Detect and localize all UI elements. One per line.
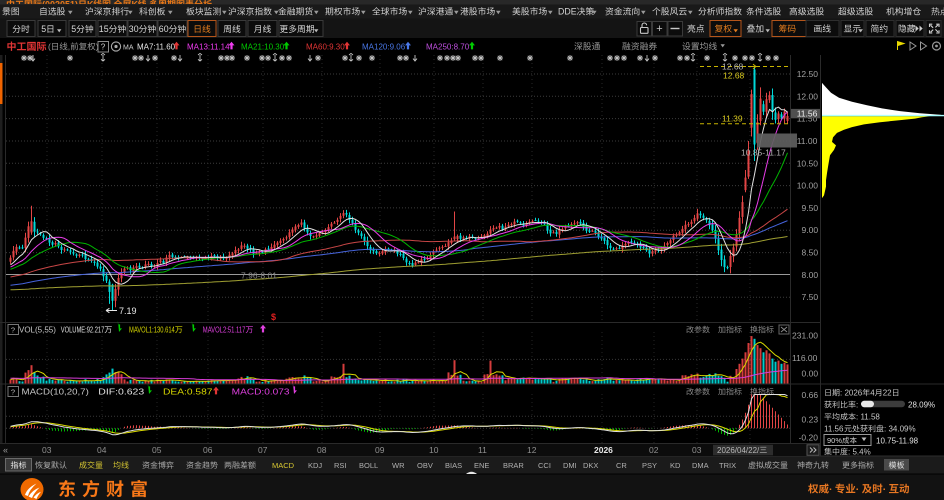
svg-text:KDJ: KDJ [308,461,322,470]
svg-text:5: 5 [71,24,76,34]
svg-text:MACD:0.073: MACD:0.073 [232,388,290,397]
svg-text:$: $ [271,312,276,322]
svg-text:MACD(10,20,7): MACD(10,20,7) [22,388,90,397]
svg-text:09: 09 [375,445,385,455]
svg-text:10.50: 10.50 [797,158,819,168]
svg-text:BRAR: BRAR [503,461,524,470]
svg-text:DMI: DMI [563,461,577,470]
svg-text:: 11.58: : 11.58 [856,413,880,422]
svg-text:60: 60 [159,24,169,34]
svg-text:PSY: PSY [642,461,657,470]
svg-text:10.75-11.98: 10.75-11.98 [876,437,919,446]
svg-text:DMA: DMA [692,461,709,470]
svg-text:DEA:0.587: DEA:0.587 [163,388,213,397]
svg-text:4: 4 [870,389,875,398]
svg-text:WR: WR [392,461,405,470]
svg-text:MA120:9.06: MA120:9.06 [362,43,406,52]
svg-text:MA250:8.70: MA250:8.70 [426,43,470,52]
svg-text:?: ? [11,387,15,396]
svg-text:·: · [856,484,860,496]
svg-text:·: · [883,484,887,496]
svg-text:MA7:11.60: MA7:11.60 [137,43,176,52]
svg-text:,: , [68,42,70,52]
svg-text::: : [856,401,858,410]
svg-text:90%: 90% [827,436,842,445]
svg-text:KD: KD [670,461,681,470]
svg-text:0.23: 0.23 [802,414,819,424]
svg-text:07: 07 [258,445,268,455]
svg-text:05: 05 [152,445,162,455]
svg-text:7.19: 7.19 [119,306,137,316]
svg-text:06: 06 [203,445,213,455]
svg-text:12.50: 12.50 [797,69,819,79]
svg-text:7.96-8.01: 7.96-8.01 [241,271,277,281]
svg-text:OBV: OBV [417,461,433,470]
svg-text:9.50: 9.50 [802,203,819,213]
svg-text:12: 12 [527,445,537,455]
svg-text:BOLL: BOLL [359,461,378,470]
svg-text:-0.20: -0.20 [799,433,819,443]
svg-text:30: 30 [129,24,139,34]
svg-text:11.56: 11.56 [797,108,818,118]
svg-text:?: ? [11,325,15,334]
svg-text:DKX: DKX [583,461,598,470]
svg-text:7.50: 7.50 [802,292,819,302]
svg-text:22: 22 [883,389,892,398]
svg-text:12.00: 12.00 [797,91,819,101]
svg-text:MAVOL2:51.117: MAVOL2:51.117 [203,326,246,335]
svg-text:MA21:10.30: MA21:10.30 [241,43,285,52]
svg-text:CR: CR [616,461,627,470]
svg-text:DDE: DDE [558,7,577,17]
svg-text:02: 02 [649,445,659,455]
svg-text:28.09%: 28.09% [908,401,935,410]
svg-text:10: 10 [429,445,439,455]
svg-text:DIF:0.623: DIF:0.623 [98,388,145,397]
svg-text:0.00: 0.00 [802,369,819,379]
svg-text:03: 03 [692,445,702,455]
svg-text:0.66: 0.66 [802,390,819,400]
svg-text:(: ( [48,42,51,52]
svg-text:: 5.4%: : 5.4% [848,448,871,457]
svg-text:9.00: 9.00 [802,225,819,235]
svg-text:«: « [3,445,8,455]
svg-text:+: + [656,23,662,35]
svg-text:11.56: 11.56 [824,425,844,434]
svg-text:2026/04/22/: 2026/04/22/ [717,446,760,455]
svg-text:10.00: 10.00 [797,181,819,191]
svg-text:ENE: ENE [474,461,489,470]
svg-text:116.00: 116.00 [792,353,818,363]
svg-text:CCI: CCI [538,461,551,470]
svg-text:MA13:11.14: MA13:11.14 [187,43,230,52]
svg-text:·: · [829,484,833,496]
svg-text:8.50: 8.50 [802,248,819,258]
svg-text:VOL(5,55): VOL(5,55) [19,326,56,335]
svg-text:15: 15 [99,24,109,34]
svg-text:11: 11 [478,445,487,455]
svg-text:BIAS: BIAS [445,461,462,470]
svg-text:MA60:9.30: MA60:9.30 [306,43,345,52]
svg-text:04: 04 [97,445,107,455]
svg-text:5: 5 [41,24,46,34]
svg-text:03: 03 [42,445,52,455]
svg-text:: 2026: : 2026 [840,389,863,398]
svg-text:MAVOL1:130.614: MAVOL1:130.614 [129,326,175,335]
svg-text:VOLUME:92.217: VOLUME:92.217 [61,326,105,335]
svg-text:8.00: 8.00 [802,270,819,280]
svg-text:2026: 2026 [594,445,613,455]
svg-text:?: ? [101,43,106,52]
svg-text:231.00: 231.00 [792,331,818,341]
svg-text:MA: MA [123,45,134,52]
svg-text:TRIX: TRIX [719,461,736,470]
svg-text:11.39: 11.39 [722,114,743,124]
svg-text:11.00: 11.00 [797,136,818,146]
svg-text:10.85-11.17: 10.85-11.17 [741,148,786,158]
svg-text:08: 08 [317,445,327,455]
svg-text:12.68: 12.68 [723,71,745,81]
svg-text:MACD: MACD [272,461,295,470]
svg-text:RSI: RSI [334,461,347,470]
svg-text:: 34.09%: : 34.09% [884,425,916,434]
